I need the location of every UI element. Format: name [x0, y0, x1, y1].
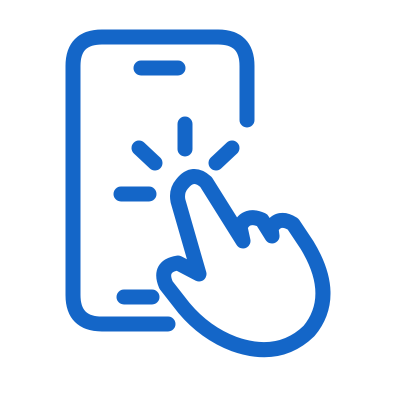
smartphone-tap-icon: [65, 29, 331, 358]
tap-burst-left-diagonal-icon: [131, 140, 163, 171]
icon-canvas: [0, 0, 400, 400]
pointing-hand-icon: [156, 169, 331, 358]
tap-burst-right-diagonal-icon: [208, 140, 240, 171]
